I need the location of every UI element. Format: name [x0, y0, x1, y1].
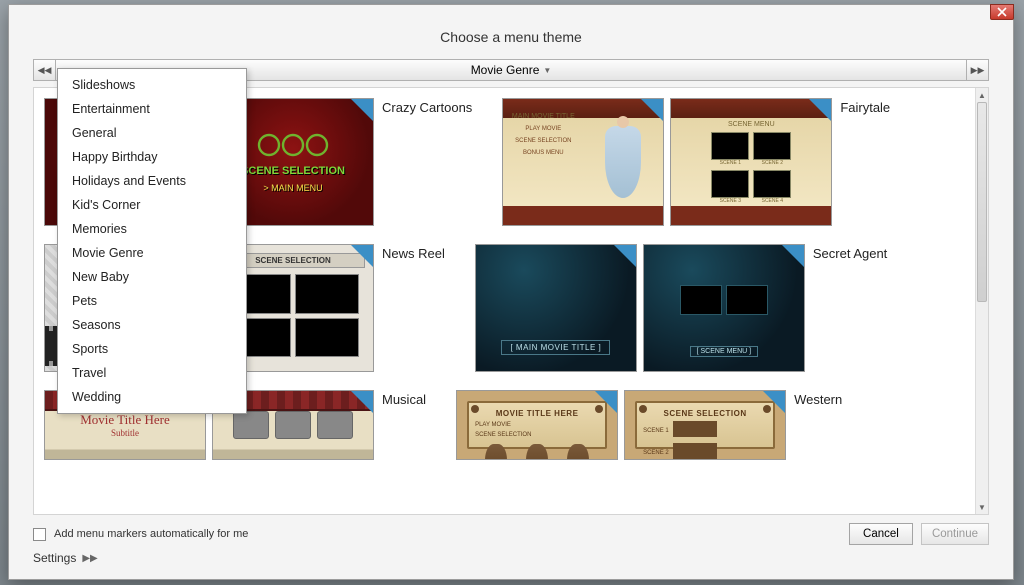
category-dropdown-item[interactable]: Kid's Corner — [58, 193, 246, 217]
preview-text: Subtitle — [111, 428, 139, 438]
theme-label: Secret Agent — [813, 246, 887, 261]
chevron-right-double-icon: ▶▶ — [971, 65, 985, 76]
category-dropdown-item[interactable]: Entertainment — [58, 97, 246, 121]
category-dropdown-item[interactable]: Memories — [58, 217, 246, 241]
preview-text: Movie Title Here — [80, 412, 170, 428]
preview-badge-icon — [641, 99, 663, 121]
settings-label: Settings — [33, 551, 76, 565]
chevron-down-icon: ▼ — [543, 66, 551, 75]
category-dropdown-item[interactable]: Sports — [58, 337, 246, 361]
theme-thumb-scene[interactable]: [ SCENE MENU ] — [643, 244, 805, 372]
preview-badge-icon — [351, 245, 373, 267]
theme-cell: MAIN MOVIE TITLE PLAY MOVIE SCENE SELECT… — [502, 98, 890, 226]
auto-markers-label: Add menu markers automatically for me — [54, 528, 248, 540]
theme-label: Crazy Cartoons — [382, 100, 472, 115]
category-dropdown-item[interactable]: Wedding — [58, 385, 246, 409]
horse-icon — [526, 444, 548, 460]
category-dropdown-item[interactable]: Slideshows — [58, 73, 246, 97]
category-dropdown-item[interactable]: General — [58, 121, 246, 145]
preview-badge-icon — [351, 99, 373, 121]
footer: Add menu markers automatically for me Ca… — [9, 515, 1013, 551]
category-dropdown: SlideshowsEntertainmentGeneralHappy Birt… — [57, 68, 247, 414]
preview-text: SCENE SELECTION — [475, 432, 599, 438]
preview-text: BONUS MENU — [523, 150, 564, 156]
category-dropdown-item[interactable]: New Baby — [58, 265, 246, 289]
preview-badge-icon — [782, 245, 804, 267]
preview-badge-icon — [809, 99, 831, 121]
theme-cell: MOVIE TITLE HERE PLAY MOVIE SCENE SELECT… — [456, 390, 842, 460]
scroll-up-button[interactable]: ▲ — [976, 88, 988, 102]
scrollbar[interactable]: ▲ ▼ — [975, 88, 988, 514]
preview-text: PLAY MOVIE — [475, 422, 599, 428]
preview-text: [ SCENE MENU ] — [690, 346, 758, 357]
preview-text: > MAIN MENU — [263, 183, 322, 193]
preview-text: MAIN MOVIE TITLE — [512, 113, 575, 120]
theme-thumb-scene[interactable]: SCENE MENU SCENE 1 SCENE 2 SCENE 3 SCENE… — [670, 98, 832, 226]
theme-thumb-main[interactable]: MOVIE TITLE HERE PLAY MOVIE SCENE SELECT… — [456, 390, 618, 460]
chevron-left-double-icon: ◀◀ — [38, 65, 52, 76]
scroll-thumb[interactable] — [977, 102, 987, 302]
preview-text: PLAY MOVIE — [525, 126, 561, 132]
category-dropdown-item[interactable]: Seasons — [58, 313, 246, 337]
theme-thumb-scene[interactable]: SCENE SELECTION SCENE 1 SCENE 2 — [624, 390, 786, 460]
preview-text: SCENE 2 — [753, 160, 791, 166]
scroll-track[interactable] — [976, 102, 988, 500]
preview-text: SCENE SELECTION — [643, 409, 767, 418]
close-icon — [997, 7, 1007, 17]
category-prev-button[interactable]: ◀◀ — [34, 60, 56, 80]
category-dropdown-item[interactable]: Movie Genre — [58, 241, 246, 265]
scroll-down-button[interactable]: ▼ — [976, 500, 988, 514]
theme-thumb-main[interactable]: MAIN MOVIE TITLE PLAY MOVIE SCENE SELECT… — [502, 98, 664, 226]
theme-thumb-main[interactable]: [ MAIN MOVIE TITLE ] — [475, 244, 637, 372]
category-dropdown-item[interactable]: Holidays and Events — [58, 169, 246, 193]
preview-text: SCENE 3 — [711, 198, 749, 204]
settings-toggle[interactable]: Settings ▶▶ — [9, 551, 1013, 579]
preview-text: MOVIE TITLE HERE — [475, 409, 599, 418]
preview-text: SCENE 4 — [753, 198, 791, 204]
theme-label: Musical — [382, 392, 426, 407]
preview-text: SCENE MENU — [728, 121, 775, 128]
dialog-title: Choose a menu theme — [9, 5, 1013, 59]
preview-text: SCENE 1 — [643, 428, 669, 434]
preview-badge-icon — [763, 391, 785, 413]
cancel-button[interactable]: Cancel — [849, 523, 913, 545]
preview-text: SCENE SELECTION — [241, 165, 345, 177]
close-button[interactable] — [990, 4, 1014, 20]
auto-markers-checkbox[interactable] — [33, 528, 46, 541]
category-next-button[interactable]: ▶▶ — [966, 60, 988, 80]
chevron-right-double-icon: ▶▶ — [82, 553, 97, 564]
theme-dialog: Choose a menu theme ◀◀ Movie Genre ▼ ▶▶ — [8, 4, 1014, 580]
preview-text: SCENE 1 — [711, 160, 749, 166]
horse-icon — [485, 444, 507, 460]
category-dropdown-item[interactable]: Pets — [58, 289, 246, 313]
theme-label: Fairytale — [840, 100, 890, 115]
continue-button[interactable]: Continue — [921, 523, 989, 545]
theme-label: Western — [794, 392, 842, 407]
category-dropdown-item[interactable]: Happy Birthday — [58, 145, 246, 169]
preview-text: SCENE 2 — [643, 450, 669, 456]
category-dropdown-item[interactable]: Travel — [58, 361, 246, 385]
princess-icon — [605, 126, 641, 198]
button-label: Cancel — [863, 528, 899, 540]
preview-text: [ MAIN MOVIE TITLE ] — [501, 340, 610, 355]
theme-label: News Reel — [382, 246, 445, 261]
preview-badge-icon — [351, 391, 373, 413]
button-label: Continue — [932, 528, 978, 540]
preview-text: SCENE SELECTION — [515, 138, 571, 144]
preview-badge-icon — [595, 391, 617, 413]
category-selected-label: Movie Genre — [471, 63, 540, 77]
horse-icon — [567, 444, 589, 460]
theme-cell: [ MAIN MOVIE TITLE ] [ SCENE MENU ] Secr… — [475, 244, 887, 372]
preview-badge-icon — [614, 245, 636, 267]
